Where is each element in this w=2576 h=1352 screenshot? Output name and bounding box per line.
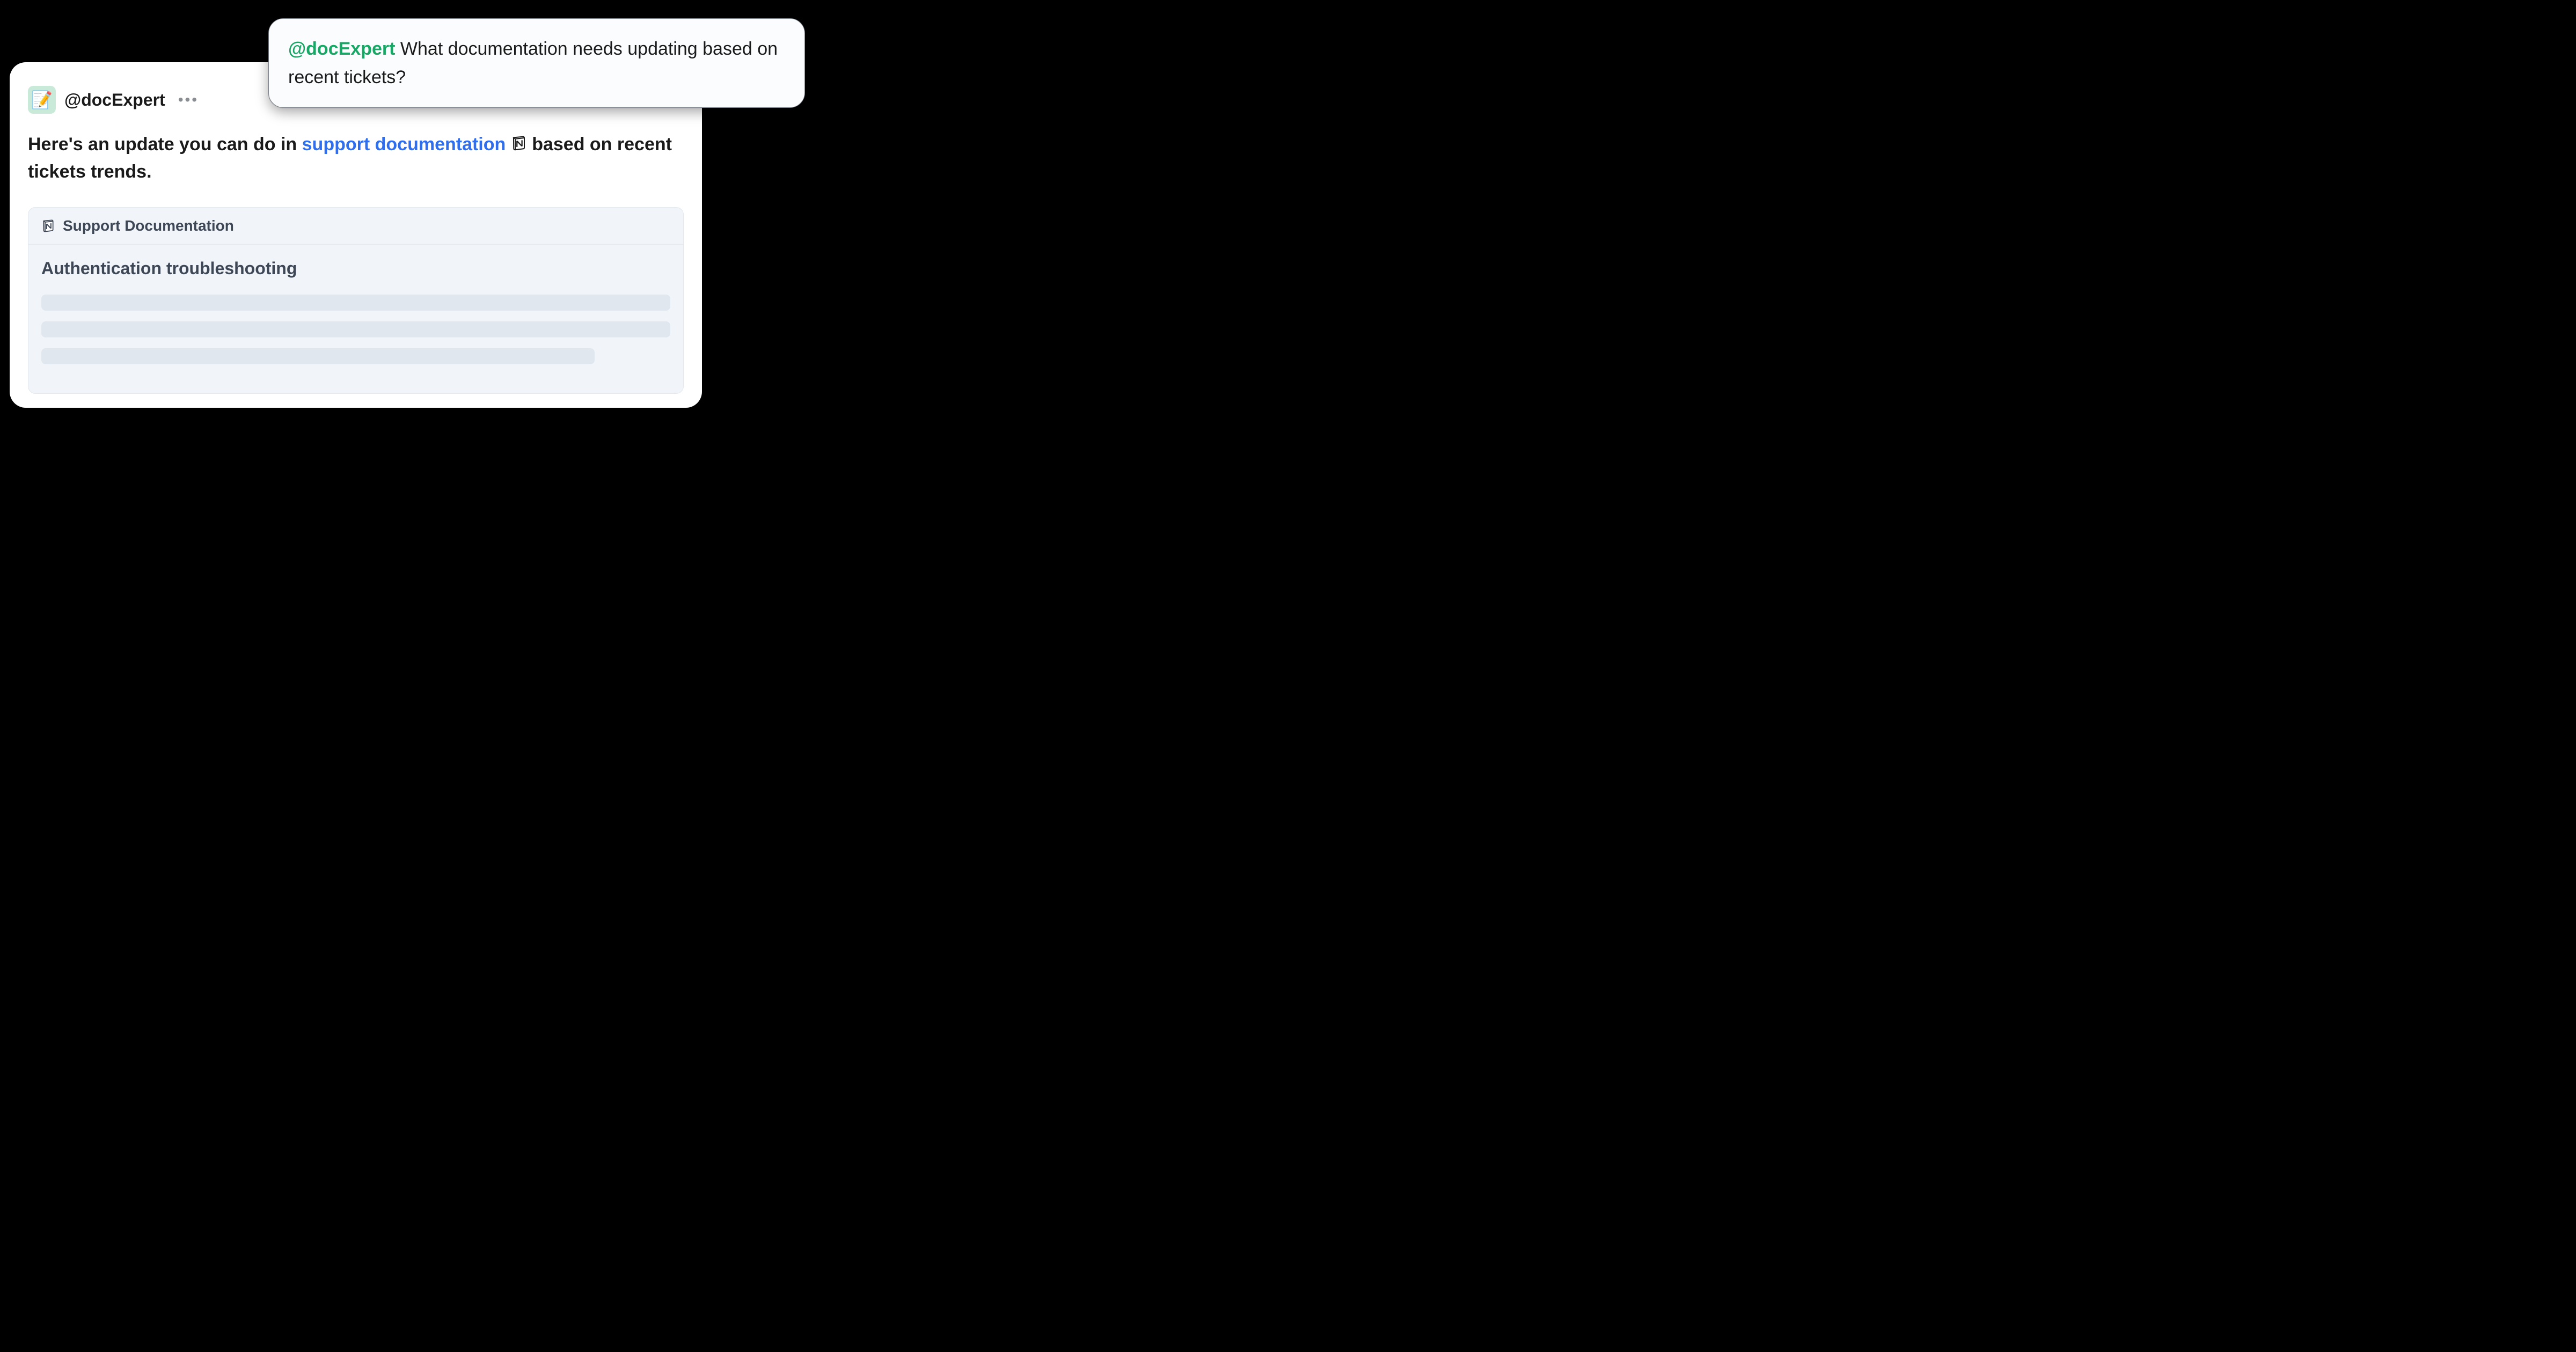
query-text: @docExpert What documentation needs upda… bbox=[288, 35, 785, 91]
skeleton-line bbox=[41, 321, 670, 337]
skeleton-line bbox=[41, 348, 595, 364]
bot-avatar: 📝 bbox=[28, 86, 56, 114]
notion-icon bbox=[511, 135, 527, 151]
support-documentation-link[interactable]: support documentation bbox=[302, 134, 506, 155]
user-query-bubble: @docExpert What documentation needs upda… bbox=[268, 18, 805, 108]
memo-emoji-icon: 📝 bbox=[31, 90, 53, 110]
doc-card-title: Support Documentation bbox=[63, 217, 234, 234]
more-options-button[interactable]: ••• bbox=[178, 91, 199, 108]
doc-card-body: Authentication troubleshooting bbox=[28, 245, 683, 393]
notion-icon bbox=[41, 219, 55, 233]
response-message: Here's an update you can do in support d… bbox=[28, 131, 684, 186]
doc-section-heading: Authentication troubleshooting bbox=[41, 259, 670, 278]
doc-card-header: Support Documentation bbox=[28, 208, 683, 245]
documentation-preview-card[interactable]: Support Documentation Authentication tro… bbox=[28, 207, 684, 394]
bot-response-card: 📝 @docExpert ••• Here's an update you ca… bbox=[10, 62, 702, 408]
bot-name: @docExpert bbox=[64, 90, 165, 110]
response-text-before: Here's an update you can do in bbox=[28, 134, 302, 155]
bot-mention[interactable]: @docExpert bbox=[288, 39, 395, 59]
skeleton-line bbox=[41, 295, 670, 311]
